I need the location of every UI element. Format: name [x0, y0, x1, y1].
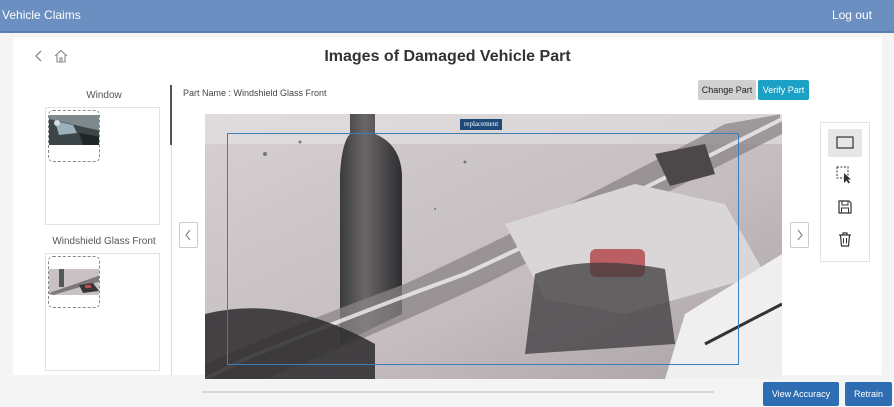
app-header: Vehicle Claims Log out: [0, 0, 894, 33]
sidebar-group-label-window: Window: [86, 90, 122, 101]
main-panel: Images of Damaged Vehicle Part Window Wi…: [13, 37, 882, 379]
select-tool[interactable]: [828, 161, 862, 189]
annotation-toolbox: [820, 122, 870, 262]
annotation-label: replacement: [460, 119, 503, 130]
damage-bounding-box[interactable]: [227, 133, 739, 365]
thumbnail-card-windshield: [45, 253, 160, 371]
save-icon: [838, 200, 852, 214]
part-name-label: Part Name : Windshield Glass Front: [183, 88, 327, 98]
thumbnail-card-window: [45, 107, 160, 225]
rectangle-icon: [836, 136, 854, 149]
app-title: Vehicle Claims: [2, 8, 81, 22]
thumbnail-image-window[interactable]: [48, 110, 100, 162]
view-accuracy-button[interactable]: View Accuracy: [763, 382, 839, 406]
delete-tool[interactable]: [828, 225, 862, 253]
page-title: Images of Damaged Vehicle Part: [324, 48, 571, 65]
trash-icon: [839, 232, 851, 247]
logout-link[interactable]: Log out: [832, 8, 872, 22]
save-tool[interactable]: [828, 193, 862, 221]
change-part-button[interactable]: Change Part: [698, 80, 756, 100]
previous-image-button[interactable]: [179, 222, 198, 248]
verify-part-button[interactable]: Verify Part: [758, 80, 809, 100]
thumbnail-scrollbar[interactable]: [170, 85, 172, 145]
thumbnail-image-windshield[interactable]: [48, 256, 100, 308]
select-pointer-icon: [836, 166, 851, 184]
retrain-button[interactable]: Retrain: [845, 382, 892, 406]
image-slider-track[interactable]: [202, 391, 714, 393]
sidebar-group-label-windshield: Windshield Glass Front: [52, 236, 156, 247]
chevron-left-icon: [185, 229, 191, 241]
chevron-right-icon: [797, 229, 803, 241]
draw-rectangle-tool[interactable]: [828, 129, 862, 157]
next-image-button[interactable]: [790, 222, 809, 248]
damage-image-canvas[interactable]: replacement: [205, 114, 782, 379]
